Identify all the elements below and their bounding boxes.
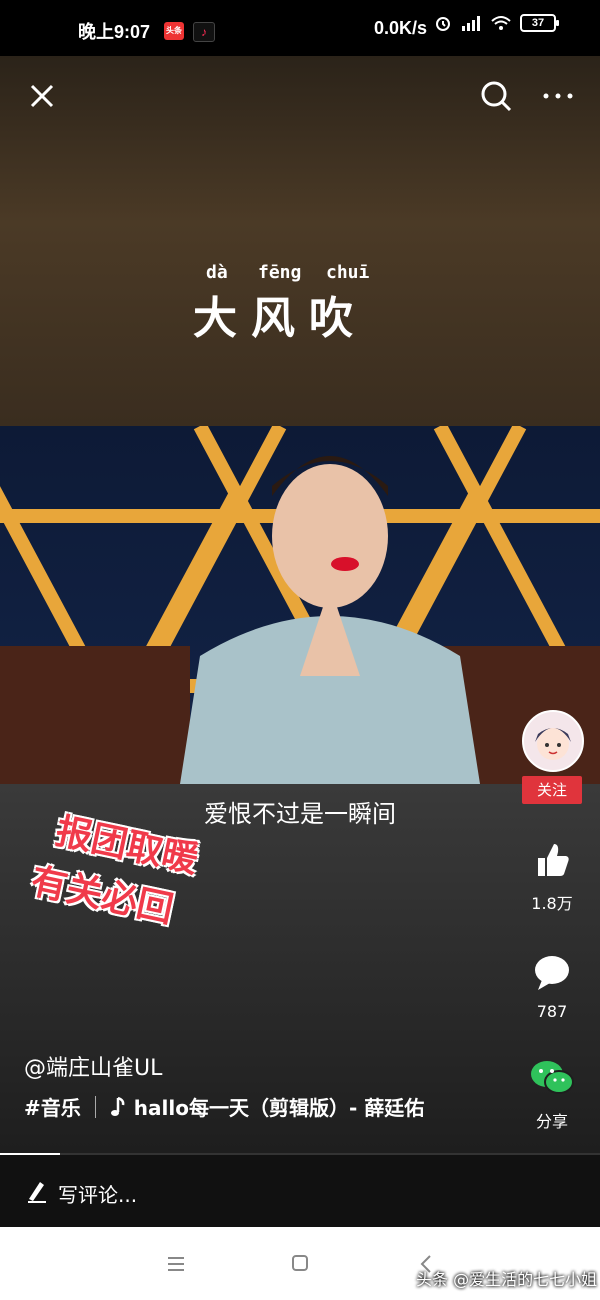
douyin-app-icon: ♪ <box>193 22 215 42</box>
status-icons: 37 <box>434 14 559 32</box>
author-name[interactable]: @端庄山雀UL <box>24 1050 162 1082</box>
like-button[interactable]: 1.8万 <box>520 840 584 914</box>
network-speed: 0.0K/s <box>374 18 428 38</box>
music-title[interactable]: hallo每一天（剪辑版）- 薛廷佑 <box>134 1092 424 1121</box>
stage-lattice-graphic <box>0 426 600 784</box>
share-button[interactable]: 分享 <box>520 1058 584 1132</box>
more-button[interactable] <box>540 78 576 114</box>
alarm-icon <box>436 17 450 31</box>
comment-count: 787 <box>536 1002 568 1021</box>
share-label: 分享 <box>535 1112 568 1131</box>
search-icon <box>481 81 512 112</box>
comment-button[interactable]: 787 <box>520 952 584 1021</box>
thumbs-up-icon <box>538 844 569 876</box>
pinyin-1: dà <box>206 262 228 283</box>
wechat-icon <box>531 1061 574 1094</box>
toutiao-app-icon: 头条 <box>164 22 184 40</box>
more-icon <box>543 93 573 99</box>
battery-icon: 37 <box>520 14 559 32</box>
close-button[interactable] <box>24 78 60 114</box>
video-title-overlay: 大风吹 <box>193 293 367 344</box>
signal-icon <box>462 16 480 31</box>
comment-input-bar[interactable]: 写评论... <box>0 1155 600 1227</box>
pinyin-3: chuī <box>326 262 370 283</box>
status-bar: 晚上9:07 头条 ♪ 0.0K/s 37 <box>0 0 600 56</box>
video-player[interactable]: dà fēng chuī 大风吹 爱恨不过是一瞬间 报团取暖 有关必回 <box>0 56 600 1153</box>
avatar-image <box>535 728 571 760</box>
close-icon <box>30 84 54 108</box>
pen-icon <box>28 1182 46 1203</box>
search-button[interactable] <box>478 78 514 114</box>
comment-icon <box>535 956 569 990</box>
stage-scene <box>0 426 600 784</box>
wifi-icon <box>491 16 511 30</box>
pinyin-2: fēng <box>258 262 302 283</box>
follow-button[interactable]: 关注 <box>522 776 582 804</box>
home-icon[interactable] <box>290 1253 310 1273</box>
comment-placeholder: 写评论... <box>58 1183 138 1207</box>
tag-divider <box>94 1095 96 1118</box>
post-tags: #音乐 hallo每一天（剪辑版）- 薛廷佑 <box>24 1092 424 1121</box>
status-time: 晚上9:07 <box>78 22 151 42</box>
menu-icon[interactable] <box>166 1255 186 1273</box>
author-avatar[interactable] <box>522 710 584 772</box>
watermark: 头条 @爱生活的七七小姐 <box>416 1270 598 1289</box>
like-count: 1.8万 <box>531 894 573 913</box>
music-note-icon <box>110 1096 125 1116</box>
topic-tag[interactable]: #音乐 <box>24 1092 81 1121</box>
